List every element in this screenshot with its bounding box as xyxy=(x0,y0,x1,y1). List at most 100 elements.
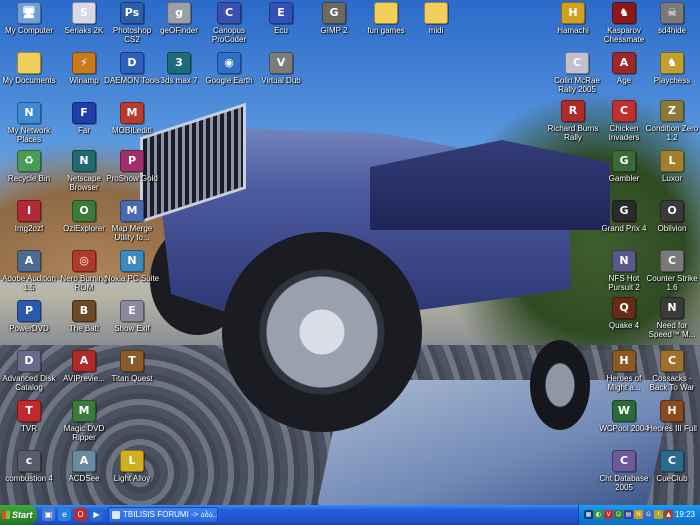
icons_left-desktop-shortcut[interactable]: My Documents xyxy=(0,52,58,85)
photoshop-icon: Ps xyxy=(120,2,144,24)
media-player-icon[interactable]: ▶ xyxy=(90,508,103,521)
wallpaper-right-wheel xyxy=(530,340,590,430)
icons_right-desktop-shortcut[interactable]: R Richard Burns Rally xyxy=(545,100,601,142)
desktop-wallpaper: 🖥 My Computer S Seriaks 2K Ps Photoshop CS2 g g… xyxy=(0,0,700,505)
far-manager-icon: F xyxy=(72,102,96,124)
chessmate-icon: ♞ xyxy=(612,2,636,24)
taskbar: Start ▣ e O ▶ TBILISIS FORUMI -> აბა... ▦ ◐ V… xyxy=(0,505,700,525)
icons_left-desktop-shortcut[interactable]: N Nokia PC Suite xyxy=(103,250,161,283)
desktop-shortcut-label: Map Merge Utility fo... xyxy=(111,224,153,242)
update-tray-icon[interactable]: ! xyxy=(654,510,663,519)
icons_left-desktop-shortcut[interactable]: G GIMP 2 xyxy=(305,2,363,35)
antivirus-tray-icon[interactable]: V xyxy=(604,510,613,519)
my-documents-icon xyxy=(17,52,41,74)
desktop-shortcut-label: combustion 4 xyxy=(5,474,53,483)
icons_left-desktop-shortcut[interactable]: M MOBILedit! xyxy=(103,102,161,135)
desktop-shortcut-label: MOBILedit! xyxy=(111,126,152,135)
desktop-shortcut-label: Need for Speed™ M... xyxy=(648,321,696,339)
icons_left-desktop-shortcut[interactable]: C Canopus ProCoder xyxy=(200,2,258,44)
icons_left-desktop-shortcut[interactable]: V Virtual Dub xyxy=(252,52,310,85)
mobiledit-icon: M xyxy=(120,102,144,124)
desktop-shortcut-label: Oblivion xyxy=(657,224,687,233)
messenger-tray-icon[interactable]: ☺ xyxy=(614,510,623,519)
internet-explorer-icon[interactable]: e xyxy=(58,508,71,521)
hamachi-tray-icon[interactable]: H xyxy=(634,510,643,519)
volume-tray-icon[interactable]: ◐ xyxy=(594,510,603,519)
icons_left-desktop-shortcut[interactable]: D Advanced Disk Catalog xyxy=(0,350,58,392)
oblivion-icon: O xyxy=(660,200,684,222)
icons_right-desktop-shortcut[interactable]: N Need for Speed™ M... xyxy=(644,297,700,339)
display-tray-icon[interactable]: ▤ xyxy=(624,510,633,519)
3ds-max-icon: 3 xyxy=(167,52,191,74)
icons_left-desktop-shortcut[interactable]: N My Network Places xyxy=(0,102,58,144)
desktop-shortcut-label: Counter Strike 1.6 xyxy=(646,274,698,292)
icons_left-desktop-shortcut[interactable]: T TVR xyxy=(0,400,58,433)
powerdvd-icon: P xyxy=(17,300,41,322)
cueclub-icon: C xyxy=(660,450,684,472)
icons_left-desktop-shortcut[interactable]: midi xyxy=(407,2,465,35)
combustion-icon: c xyxy=(17,450,41,472)
icons_left-desktop-shortcut[interactable]: ♻ Recycle Bin xyxy=(0,150,58,183)
show-desktop-icon[interactable]: ▣ xyxy=(42,508,55,521)
window-icon xyxy=(112,511,120,519)
tray-clock[interactable]: 19:23 xyxy=(675,505,695,525)
icons_left-desktop-shortcut[interactable]: P PowerDVD xyxy=(0,300,58,333)
network-tray-icon[interactable]: ▦ xyxy=(584,510,593,519)
icons_left-desktop-shortcut[interactable]: M Map Merge Utility fo... xyxy=(103,200,161,242)
netscape-icon: N xyxy=(72,150,96,172)
desktop-shortcut-label: Show Exif xyxy=(114,324,150,333)
icons_left-desktop-shortcut[interactable]: L Light Alloy xyxy=(103,450,161,483)
icons_left-desktop-shortcut[interactable]: I Img2ozf xyxy=(0,200,58,233)
icons_left-desktop-shortcut[interactable]: c combustion 4 xyxy=(0,450,58,483)
icons_right-desktop-shortcut[interactable]: C Cossacks - Back To War xyxy=(644,350,700,392)
icons_right-desktop-shortcut[interactable]: H Heores III Full xyxy=(644,400,700,433)
icons_left-desktop-shortcut[interactable]: E Ecu xyxy=(252,2,310,35)
google-earth-icon: ◉ xyxy=(217,52,241,74)
icons_right-desktop-shortcut[interactable]: ☠ sd4hide xyxy=(644,2,700,35)
serials-icon: S xyxy=(72,2,96,24)
icons_left-desktop-shortcut[interactable]: P ProShow Gold xyxy=(103,150,161,183)
proshow-icon: P xyxy=(120,150,144,172)
desktop-shortcut-label: Luxor xyxy=(661,174,682,183)
desktop-shortcut-label: Magic DVD Ripper xyxy=(63,424,105,442)
icons_left-desktop-shortcut[interactable]: A Adobe Audition 1.5 xyxy=(0,250,58,292)
taskbar-window-title: TBILISIS FORUMI -> აბა... xyxy=(123,510,218,519)
desktop-shortcut-label: Ecu xyxy=(274,26,288,35)
icons_left-desktop-shortcut[interactable]: E Show Exif xyxy=(103,300,161,333)
icons_right-desktop-shortcut[interactable]: O Oblivion xyxy=(644,200,700,233)
icons_right-desktop-shortcut[interactable]: C CueClub xyxy=(644,450,700,483)
icons_right-desktop-shortcut[interactable]: Z Condition Zero 1.2 xyxy=(644,100,700,142)
icons_right-desktop-shortcut[interactable]: H Hamachi xyxy=(545,2,601,35)
desktop-shortcut-label: Playchess xyxy=(653,76,691,85)
opera-icon[interactable]: O xyxy=(74,508,87,521)
colin-mcrae-icon: C xyxy=(565,52,589,74)
folder-icon xyxy=(424,2,448,24)
desktop-shortcut-label: My Network Places xyxy=(7,126,51,144)
sd4hide-icon: ☠ xyxy=(660,2,684,24)
icons_left-desktop-shortcut[interactable]: ◉ Google Earth xyxy=(200,52,258,85)
icons_left-desktop-shortcut[interactable]: 🖥 My Computer xyxy=(0,2,58,35)
desktop-shortcut-label: Condition Zero 1.2 xyxy=(645,124,699,142)
language-tray-icon[interactable]: G xyxy=(644,510,653,519)
security-tray-icon[interactable]: ▲ xyxy=(664,510,673,519)
start-button[interactable]: Start xyxy=(0,505,37,525)
icons_right-desktop-shortcut[interactable]: ♞ Playchess xyxy=(644,52,700,85)
taskbar-window-button[interactable]: TBILISIS FORUMI -> აბა... xyxy=(108,507,218,523)
folder-icon xyxy=(374,2,398,24)
nokia-pc-suite-icon: N xyxy=(120,250,144,272)
icons_right-desktop-shortcut[interactable]: C Counter Strike 1.6 xyxy=(644,250,700,292)
desktop-shortcut-label: Canopus ProCoder xyxy=(211,26,247,44)
tvr-icon: T xyxy=(17,400,41,422)
icons_left-desktop-shortcut[interactable]: T Titan Quest xyxy=(103,350,161,383)
desktop-shortcut-label: Titan Quest xyxy=(111,374,153,383)
icons_left-desktop-shortcut[interactable]: M Magic DVD Ripper xyxy=(55,400,113,442)
gambler-icon: G xyxy=(612,150,636,172)
desktop-shortcut-label: Nokia PC Suite xyxy=(104,274,160,283)
desktop-shortcut-label: midi xyxy=(428,26,444,35)
virtualdub-icon: V xyxy=(269,52,293,74)
start-label: Start xyxy=(12,510,33,520)
icons_right-desktop-shortcut[interactable]: L Luxor xyxy=(644,150,700,183)
oziexplorer-icon: O xyxy=(72,200,96,222)
disk-catalog-icon: D xyxy=(17,350,41,372)
desktop-shortcut-label: Img2ozf xyxy=(14,224,44,233)
